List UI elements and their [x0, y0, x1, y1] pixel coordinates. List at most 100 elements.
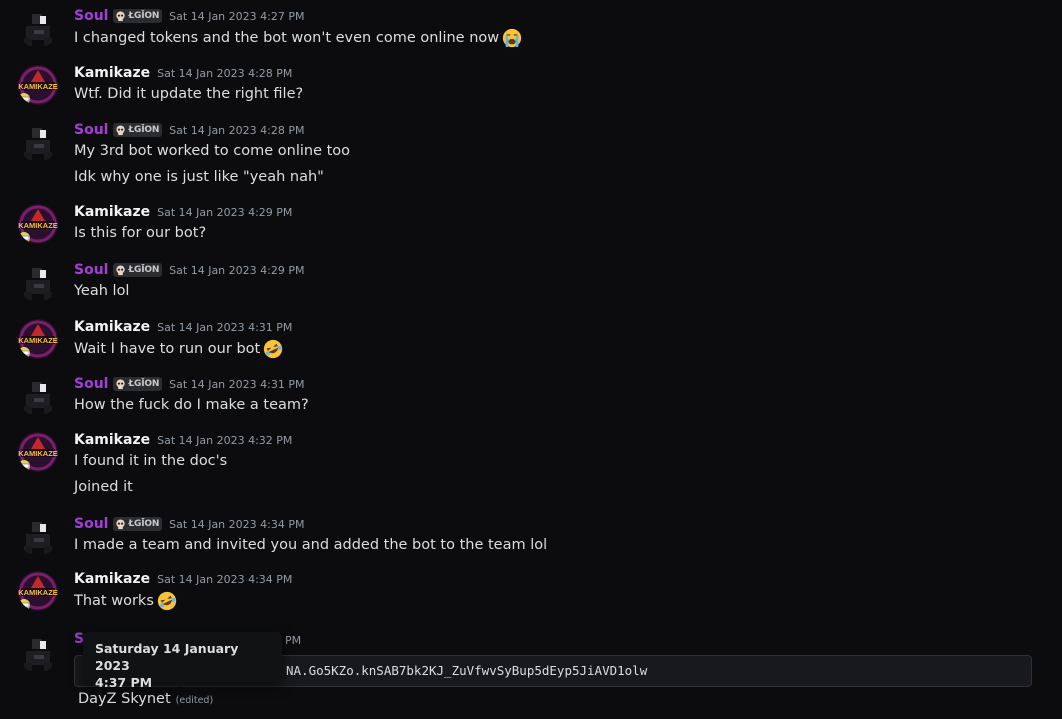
username[interactable]: Soul — [74, 376, 108, 392]
rofl-emoji-icon — [157, 591, 177, 611]
username[interactable]: Kamikaze — [74, 319, 150, 335]
message-text: I found it in the doc's — [74, 451, 227, 471]
username[interactable]: Kamikaze — [74, 65, 150, 81]
loudly-crying-face-emoji[interactable] — [499, 27, 523, 49]
kamikaze-avatar-icon: KAMIKAZE — [18, 204, 58, 244]
message-timestamp[interactable]: Sat 14 Jan 2023 4:29 PM — [157, 206, 292, 219]
message-group: KAMIKAZE Kamikaze Sat 14 Jan 2023 4:34 PM T… — [0, 569, 1062, 629]
avatar-soul[interactable] — [18, 8, 58, 48]
message-header: Kamikaze Sat 14 Jan 2023 4:31 PM — [74, 317, 292, 337]
message-text-content: Idk why one is just like "yeah nah" — [74, 169, 324, 185]
avatar-kamikaze[interactable]: KAMIKAZE — [18, 319, 58, 359]
message-header: Kamikaze Sat 14 Jan 2023 4:32 PM — [74, 430, 292, 450]
server-tag-text: ŁGĪON — [128, 379, 160, 389]
message-timestamp[interactable]: Sat 14 Jan 2023 4:31 PM — [157, 321, 292, 334]
message-text: Idk why one is just like "yeah nah" — [74, 167, 324, 187]
soul-avatar-icon — [18, 122, 58, 162]
message-text: Joined it — [74, 477, 133, 497]
message-timestamp[interactable]: Sat 14 Jan 2023 4:31 PM — [169, 378, 304, 391]
message-timestamp[interactable]: Sat 14 Jan 2023 4:28 PM — [157, 67, 292, 80]
message-group: Soul ŁGĪON Sat 14 Jan 2023 4:31 PM How the … — [0, 374, 1062, 434]
message-header: Soul ŁGĪON Sat 14 Jan 2023 4:29 PM — [74, 260, 304, 280]
message-text-content: My 3rd bot worked to come online too — [74, 143, 351, 159]
message-text: That works — [74, 590, 178, 612]
soul-avatar-icon — [18, 516, 58, 556]
svg-text:KAMIKAZE: KAMIKAZE — [18, 82, 58, 91]
last-message-line: DayZ Skynet (edited) — [78, 691, 213, 707]
server-tag-badge[interactable]: ŁGĪON — [113, 9, 163, 23]
message-text-content: That works — [74, 593, 154, 609]
server-tag-text: ŁGĪON — [128, 11, 160, 21]
message-text-content: How the fuck do I make a team? — [74, 397, 309, 413]
avatar-soul[interactable] — [18, 633, 58, 673]
message-text: I made a team and invited you and added … — [74, 535, 547, 555]
message-text: How the fuck do I make a team? — [74, 395, 309, 415]
skull-icon — [116, 518, 126, 529]
avatar-kamikaze[interactable]: KAMIKAZE — [18, 65, 58, 105]
message-text: My 3rd bot worked to come online too — [74, 141, 350, 161]
soul-avatar-icon — [18, 262, 58, 302]
username[interactable]: Soul — [74, 122, 108, 138]
message-text: Wtf. Did it update the right file? — [74, 84, 303, 104]
message-timestamp[interactable]: Sat 14 Jan 2023 4:32 PM — [157, 434, 292, 447]
server-tag-badge[interactable]: ŁGĪON — [113, 377, 163, 391]
avatar-kamikaze[interactable]: KAMIKAZE — [18, 571, 58, 611]
svg-text:KAMIKAZE: KAMIKAZE — [18, 449, 58, 458]
message-timestamp[interactable]: Sat 14 Jan 2023 4:27 PM — [169, 10, 304, 23]
message-timestamp[interactable]: Sat 14 Jan 2023 4:34 PM — [169, 518, 304, 531]
message-text-content: I changed tokens and the bot won't even … — [74, 30, 500, 46]
svg-text:KAMIKAZE: KAMIKAZE — [18, 588, 58, 597]
skull-icon — [116, 264, 126, 275]
message-group: KAMIKAZE Kamikaze Sat 14 Jan 2023 4:28 PM W… — [0, 63, 1062, 123]
message-text-content: Yeah lol — [74, 283, 130, 299]
code-text: NA.Go5KZo.knSAB7bk2KJ_ZuVfwvSyBup5dEyp5J… — [286, 663, 648, 678]
svg-text:KAMIKAZE: KAMIKAZE — [18, 221, 58, 230]
username[interactable]: Kamikaze — [74, 204, 150, 220]
chat-message-list: Soul ŁGĪON Sat 14 Jan 2023 4:27 PM I change… — [0, 0, 1062, 719]
message-group: KAMIKAZE Kamikaze Sat 14 Jan 2023 4:32 PM I… — [0, 430, 1062, 495]
svg-text:KAMIKAZE: KAMIKAZE — [18, 336, 58, 345]
server-tag-badge[interactable]: ŁGĪON — [113, 517, 163, 531]
username[interactable]: Soul — [74, 262, 108, 278]
message-timestamp[interactable]: Sat 14 Jan 2023 4:34 PM — [157, 573, 292, 586]
message-text: DayZ Skynet — [78, 691, 171, 707]
server-tag-text: ŁGĪON — [128, 125, 160, 135]
avatar-kamikaze[interactable]: KAMIKAZE — [18, 432, 58, 472]
username[interactable]: Kamikaze — [74, 571, 150, 587]
message-header: Kamikaze Sat 14 Jan 2023 4:28 PM — [74, 63, 292, 83]
soul-avatar-icon — [18, 633, 58, 673]
message-text-content: Is this for our bot? — [74, 225, 207, 241]
username[interactable]: Soul — [74, 8, 108, 24]
rofl-emoji-icon — [264, 339, 283, 359]
message-header: Kamikaze Sat 14 Jan 2023 4:34 PM — [74, 569, 292, 589]
username[interactable]: Soul — [74, 516, 108, 532]
rofl-emoji[interactable] — [260, 338, 284, 360]
kamikaze-avatar-icon: KAMIKAZE — [18, 319, 58, 359]
message-timestamp[interactable]: Sat 14 Jan 2023 4:28 PM — [169, 124, 304, 137]
message-text-content: Joined it — [74, 479, 133, 495]
server-tag-badge[interactable]: ŁGĪON — [113, 123, 163, 137]
message-group: Soul ŁGĪON Sat 14 Jan 2023 4:28 PM My 3rd b… — [0, 120, 1062, 185]
avatar-soul[interactable] — [18, 122, 58, 162]
rofl-emoji[interactable] — [154, 590, 178, 612]
kamikaze-avatar-icon: KAMIKAZE — [18, 571, 58, 611]
message-header: Soul ŁGĪON Sat 14 Jan 2023 4:27 PM — [74, 6, 304, 26]
partial-timestamp: PM — [285, 634, 302, 647]
message-timestamp[interactable]: Sat 14 Jan 2023 4:29 PM — [169, 264, 304, 277]
message-text: Wait I have to run our bot — [74, 338, 284, 360]
kamikaze-avatar-icon: KAMIKAZE — [18, 65, 58, 105]
timestamp-tooltip: Saturday 14 January 2023 4:37 PM — [83, 632, 282, 690]
message-header: Soul ŁGĪON Sat 14 Jan 2023 4:28 PM — [74, 120, 304, 140]
avatar-soul[interactable] — [18, 376, 58, 416]
avatar-kamikaze[interactable]: KAMIKAZE — [18, 204, 58, 244]
message-group: Soul ŁGĪON Sat 14 Jan 2023 4:34 PM I made a… — [0, 514, 1062, 574]
message-text-content: Wtf. Did it update the right file? — [74, 86, 304, 102]
message-text: Is this for our bot? — [74, 223, 206, 243]
message-text-content: Wait I have to run our bot — [74, 341, 261, 357]
edited-indicator[interactable]: (edited) — [176, 695, 214, 706]
username[interactable]: Kamikaze — [74, 432, 150, 448]
kamikaze-avatar-icon: KAMIKAZE — [18, 432, 58, 472]
server-tag-badge[interactable]: ŁGĪON — [113, 263, 163, 277]
avatar-soul[interactable] — [18, 516, 58, 556]
avatar-soul[interactable] — [18, 262, 58, 302]
